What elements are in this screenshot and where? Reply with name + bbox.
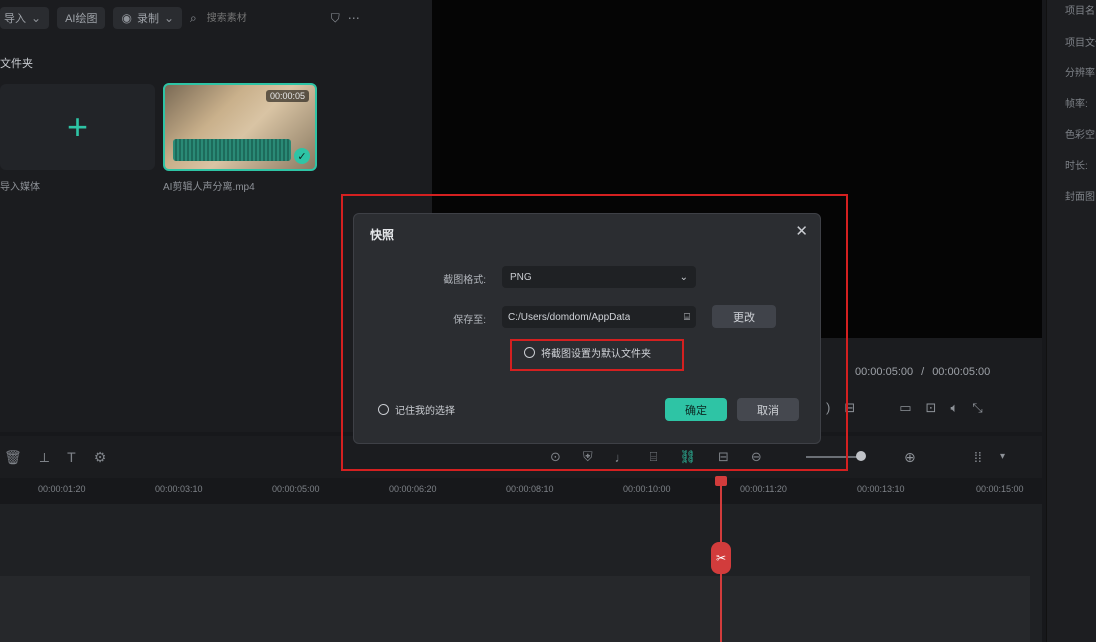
fullscreen-icon[interactable]: ⤡ bbox=[972, 400, 982, 416]
import-button[interactable]: 导入 ⌄ bbox=[0, 7, 50, 29]
delete-icon[interactable]: 🗑︎ bbox=[4, 449, 22, 466]
search-icon: ⌕ bbox=[190, 10, 197, 25]
chevron-down-icon[interactable]: ▾ bbox=[1000, 451, 1005, 462]
ruler-tick: 00:00:06:20 bbox=[389, 484, 437, 494]
confirm-button[interactable]: 确定 bbox=[665, 398, 727, 421]
snapshot-icon[interactable]: ⊡ bbox=[926, 400, 937, 416]
import-media-tile[interactable]: + bbox=[0, 84, 155, 170]
player-control-icons: ) ⊟ ▭ ⊡ 🔈︎ ⤡ bbox=[826, 400, 983, 416]
ai-draw-button[interactable]: AI绘图 bbox=[57, 7, 106, 29]
chevron-down-icon: ⌄ bbox=[163, 11, 175, 25]
import-button-label: 导入 bbox=[4, 13, 26, 25]
ruler-tick: 00:00:01:20 bbox=[38, 484, 86, 494]
playhead-scissors-handle[interactable]: ✂ bbox=[711, 542, 731, 574]
property-item: 项目文件 bbox=[1065, 38, 1096, 49]
default-folder-option[interactable]: 将截图设置为默认文件夹 bbox=[524, 345, 651, 360]
ruler-tick: 00:00:08:10 bbox=[506, 484, 554, 494]
property-item: 分辨率 bbox=[1065, 68, 1095, 79]
folder-label: 文件夹 bbox=[0, 58, 33, 70]
property-item: 时长: bbox=[1065, 161, 1088, 172]
ruler-tick: 00:00:10:00 bbox=[623, 484, 671, 494]
timeline-ruler[interactable]: 00:00:01:20 00:00:03:10 00:00:05:00 00:0… bbox=[0, 478, 1042, 505]
property-item: 色彩空间 bbox=[1065, 130, 1096, 141]
property-item: 帧率: bbox=[1065, 99, 1088, 110]
zoom-in-icon[interactable]: ⊕ bbox=[904, 449, 916, 466]
save-label: 保存至: bbox=[453, 315, 486, 326]
change-path-button[interactable]: 更改 bbox=[712, 305, 776, 328]
import-media-label: 导入媒体 bbox=[0, 182, 40, 193]
clip-duration: 00:00:05 bbox=[265, 90, 309, 102]
folder-icon[interactable]: ⌸ bbox=[684, 312, 690, 323]
search-input[interactable] bbox=[204, 11, 319, 25]
cancel-button[interactable]: 取消 bbox=[737, 398, 799, 421]
volume-icon[interactable]: 🔈︎ bbox=[950, 400, 958, 416]
playhead-marker[interactable] bbox=[715, 476, 727, 486]
format-label: 截图格式: bbox=[443, 275, 486, 286]
record-button[interactable]: ◉ 录制 ⌄ bbox=[113, 7, 183, 29]
ruler-tick: 00:00:13:10 bbox=[857, 484, 905, 494]
total-time: 00:00:05:00 bbox=[932, 366, 991, 378]
default-folder-radio[interactable] bbox=[524, 347, 535, 358]
media-toolbar: 导入 ⌄ AI绘图 ◉ 录制 ⌄ ⌕ ⛉ ⋯ bbox=[0, 0, 432, 36]
timeline-tools: 🗑︎ ⟂ T ⚙︎ bbox=[4, 449, 106, 466]
snapshot-dialog: 快照 ✕ 截图格式: PNG ⌄ 保存至: C:/Users/domdom/Ap… bbox=[353, 213, 821, 444]
check-icon: ✓ bbox=[294, 148, 310, 164]
format-value: PNG bbox=[510, 271, 532, 283]
filter-icon[interactable]: ⛉ bbox=[331, 11, 340, 26]
media-clip-thumbnail[interactable]: 00:00:05 ✓ bbox=[163, 83, 317, 171]
remember-choice-option[interactable]: 记住我的选择 bbox=[378, 402, 455, 417]
record-icon: ◉ bbox=[121, 11, 132, 25]
monitor-icon[interactable]: ▭ bbox=[899, 400, 911, 416]
property-item: 项目名 bbox=[1065, 6, 1095, 17]
timecode: 00:00:05:00 / 00:00:05:00 bbox=[855, 366, 990, 378]
split-icon[interactable]: ⟂ bbox=[40, 449, 49, 466]
effect-icon[interactable]: ⚙︎ bbox=[94, 449, 107, 466]
save-path-field[interactable]: C:/Users/domdom/AppData ⌸ bbox=[502, 306, 696, 328]
ruler-tick: 00:00:11:20 bbox=[740, 484, 787, 494]
ruler-tick: 00:00:03:10 bbox=[155, 484, 203, 494]
ai-draw-label: AI绘图 bbox=[65, 13, 98, 25]
grid-icon[interactable]: ⁞⁞ bbox=[974, 449, 982, 465]
chevron-down-icon: ⌄ bbox=[31, 11, 42, 25]
property-item: 封面图 bbox=[1065, 192, 1095, 203]
save-path-value: C:/Users/domdom/AppData bbox=[508, 311, 631, 323]
chevron-down-icon: ⌄ bbox=[679, 271, 688, 283]
remember-choice-label: 记住我的选择 bbox=[395, 406, 455, 417]
time-separator: / bbox=[921, 366, 925, 378]
text-icon[interactable]: T bbox=[67, 449, 76, 466]
ruler-tick: 00:00:15:00 bbox=[976, 484, 1024, 494]
audio-waveform bbox=[173, 139, 291, 161]
more-icon[interactable]: ⋯ bbox=[348, 11, 360, 25]
format-select[interactable]: PNG ⌄ bbox=[502, 266, 696, 288]
ruler-tick: 00:00:05:00 bbox=[272, 484, 320, 494]
property-panel: 项目名 项目文件 分辨率 帧率: 色彩空间 时长: 封面图 bbox=[1046, 0, 1096, 642]
default-folder-label: 将截图设置为默认文件夹 bbox=[541, 349, 651, 360]
plus-icon: + bbox=[66, 106, 89, 147]
current-time: 00:00:05:00 bbox=[855, 366, 914, 378]
close-icon[interactable]: ✕ bbox=[795, 222, 808, 240]
zoom-slider-handle[interactable] bbox=[856, 451, 866, 461]
remember-choice-radio[interactable] bbox=[378, 404, 389, 415]
record-label: 录制 bbox=[136, 13, 159, 25]
clip-filename: AI剪辑人声分离.mp4 bbox=[163, 182, 255, 193]
scissors-icon: ✂ bbox=[715, 551, 727, 565]
timeline-track[interactable] bbox=[0, 576, 1030, 642]
dialog-title: 快照 bbox=[370, 228, 395, 242]
